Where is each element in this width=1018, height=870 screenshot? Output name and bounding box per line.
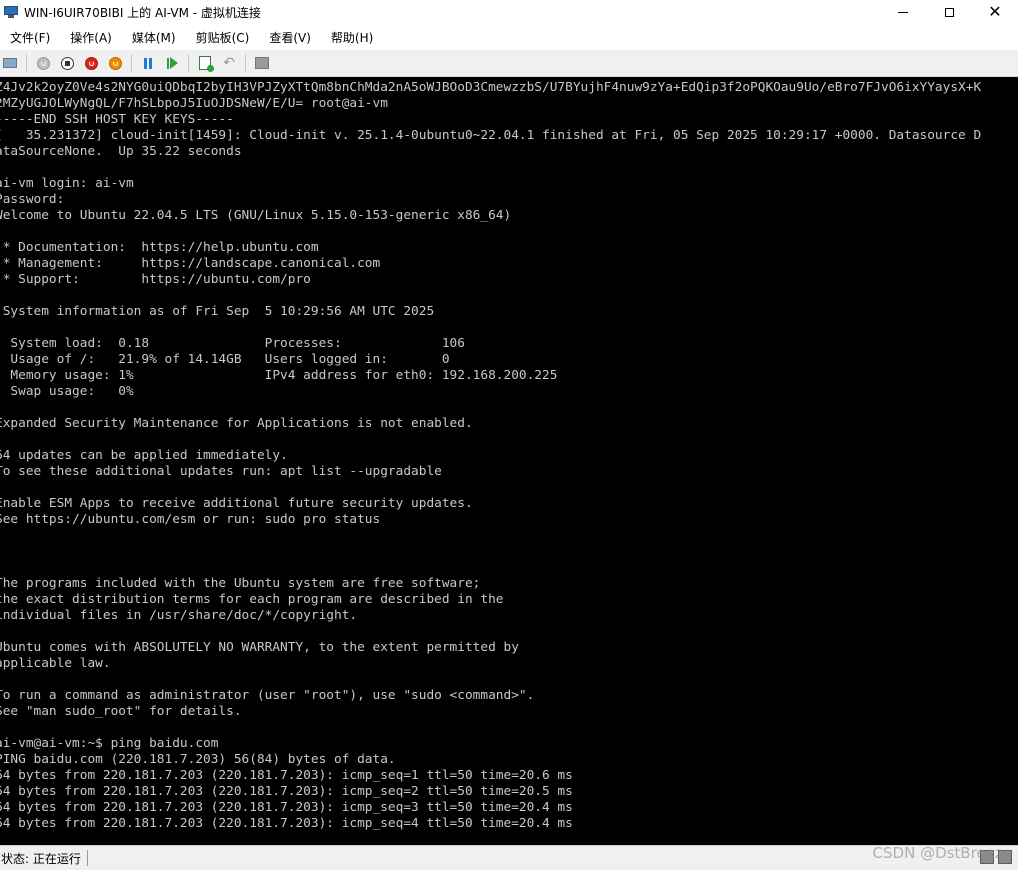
menu-action[interactable]: 操作(A) (60, 29, 122, 46)
shut-down-button[interactable] (81, 53, 101, 73)
save-button[interactable] (105, 53, 125, 73)
console-line: To run a command as administrator (user … (0, 688, 535, 703)
console-line: Expanded Security Maintenance for Applic… (0, 416, 473, 431)
save-icon (108, 56, 122, 70)
revert-button[interactable]: ↶ (219, 53, 239, 73)
vm-console[interactable]: Z4Jv2k2oyZ0Ve4s2NYG0uiQDbqI2byIH3VPJZyXT… (0, 77, 1018, 845)
console-line: System load: 0.18 Processes: 106 (0, 336, 465, 351)
close-button[interactable]: ✕ (972, 0, 1018, 24)
enhanced-session-icon (255, 57, 269, 69)
console-line: 64 updates can be applied immediately. (0, 448, 288, 463)
console-line: [ 35.231372] cloud-init[1459]: Cloud-ini… (0, 128, 982, 143)
console-line: To see these additional updates run: apt… (0, 464, 442, 479)
pause-button[interactable] (138, 53, 158, 73)
console-line: Enable ESM Apps to receive additional fu… (0, 496, 473, 511)
close-icon: ✕ (988, 2, 1002, 21)
console-line: Welcome to Ubuntu 22.04.5 LTS (GNU/Linux… (0, 208, 512, 223)
toolbar-separator (245, 54, 246, 72)
console-line: -----END SSH HOST KEY KEYS----- (0, 112, 234, 127)
maximize-button[interactable] (926, 0, 972, 24)
console-line: Swap usage: 0% (0, 384, 134, 399)
minimize-icon (898, 11, 908, 13)
menu-view[interactable]: 查看(V) (259, 29, 321, 46)
toolbar: ↶ (0, 50, 1018, 77)
toolbar-separator (188, 54, 189, 72)
console-line: applicable law. (0, 656, 111, 671)
console-line: ai-vm login: ai-vm (0, 176, 134, 191)
status-text: 状态: 正在运行 (1, 851, 81, 866)
maximize-icon (944, 7, 954, 17)
resume-icon (166, 57, 178, 69)
toolbar-separator (26, 54, 27, 72)
menu-file[interactable]: 文件(F) (0, 29, 60, 46)
minimize-button[interactable] (880, 0, 926, 24)
console-line: See "man sudo_root" for details. (0, 704, 242, 719)
ctrl-alt-del-button[interactable] (0, 53, 20, 73)
menu-media[interactable]: 媒体(M) (122, 29, 186, 46)
start-icon (36, 56, 50, 70)
resume-button[interactable] (162, 53, 182, 73)
console-line: ai-vm@ai-vm:~$ ping baidu.com (0, 736, 219, 751)
console-line: System information as of Fri Sep 5 10:29… (0, 304, 435, 319)
console-line: Z4Jv2k2oyZ0Ve4s2NYG0uiQDbqI2byIH3VPJZyXT… (0, 80, 982, 95)
pause-icon (144, 57, 152, 69)
console-line: Usage of /: 21.9% of 14.14GB Users logge… (0, 352, 450, 367)
console-line: 2MZyUGJOLWyNgQL/F7hSLbpoJ5IuOJDSNeW/E/U=… (0, 96, 388, 111)
console-line: * Support: https://ubuntu.com/pro (0, 272, 311, 287)
console-line: individual files in /usr/share/doc/*/cop… (0, 608, 358, 623)
checkpoint-button[interactable] (195, 53, 215, 73)
toolbar-separator (131, 54, 132, 72)
watermark: CSDN @DstBreeze (872, 844, 1012, 862)
status-separator (86, 850, 88, 866)
console-line: Memory usage: 1% IPv4 address for eth0: … (0, 368, 558, 383)
start-button[interactable] (33, 53, 53, 73)
console-line: * Documentation: https://help.ubuntu.com (0, 240, 319, 255)
menu-clipboard[interactable]: 剪贴板(C) (186, 29, 260, 46)
console-line: Password: (0, 192, 65, 207)
turn-off-button[interactable] (57, 53, 77, 73)
console-line: 64 bytes from 220.181.7.203 (220.181.7.2… (0, 784, 573, 799)
status-bar: 状态: 正在运行 CSDN @DstBreeze (0, 844, 1018, 870)
console-line: 64 bytes from 220.181.7.203 (220.181.7.2… (0, 816, 573, 831)
turn-off-icon (60, 56, 74, 70)
menu-bar: 文件(F) 操作(A) 媒体(M) 剪贴板(C) 查看(V) 帮助(H) (0, 27, 1018, 48)
console-line: 64 bytes from 220.181.7.203 (220.181.7.2… (0, 768, 573, 783)
shut-down-icon (84, 56, 98, 70)
console-line: See https://ubuntu.com/esm or run: sudo … (0, 512, 381, 527)
console-line: the exact distribution terms for each pr… (0, 592, 504, 607)
console-line: * Management: https://landscape.canonica… (0, 256, 381, 271)
console-line: Ubuntu comes with ABSOLUTELY NO WARRANTY… (0, 640, 519, 655)
menu-help[interactable]: 帮助(H) (321, 29, 383, 46)
console-line: The programs included with the Ubuntu sy… (0, 576, 481, 591)
revert-icon: ↶ (223, 55, 235, 71)
window-controls: ✕ (880, 0, 1018, 24)
vm-connection-icon (4, 6, 18, 18)
console-line: PING baidu.com (220.181.7.203) 56(84) by… (0, 752, 396, 767)
enhanced-session-button[interactable] (252, 53, 272, 73)
title-bar: WIN-I6UIR70BIBI 上的 AI-VM - 虚拟机连接 ✕ (0, 0, 1018, 24)
ctrl-alt-del-icon (3, 58, 17, 68)
console-line: 64 bytes from 220.181.7.203 (220.181.7.2… (0, 800, 573, 815)
console-output: Z4Jv2k2oyZ0Ve4s2NYG0uiQDbqI2byIH3VPJZyXT… (0, 80, 981, 832)
checkpoint-icon (199, 56, 214, 72)
window-title: WIN-I6UIR70BIBI 上的 AI-VM - 虚拟机连接 (24, 5, 261, 20)
console-line: ataSourceNone. Up 35.22 seconds (0, 144, 242, 159)
